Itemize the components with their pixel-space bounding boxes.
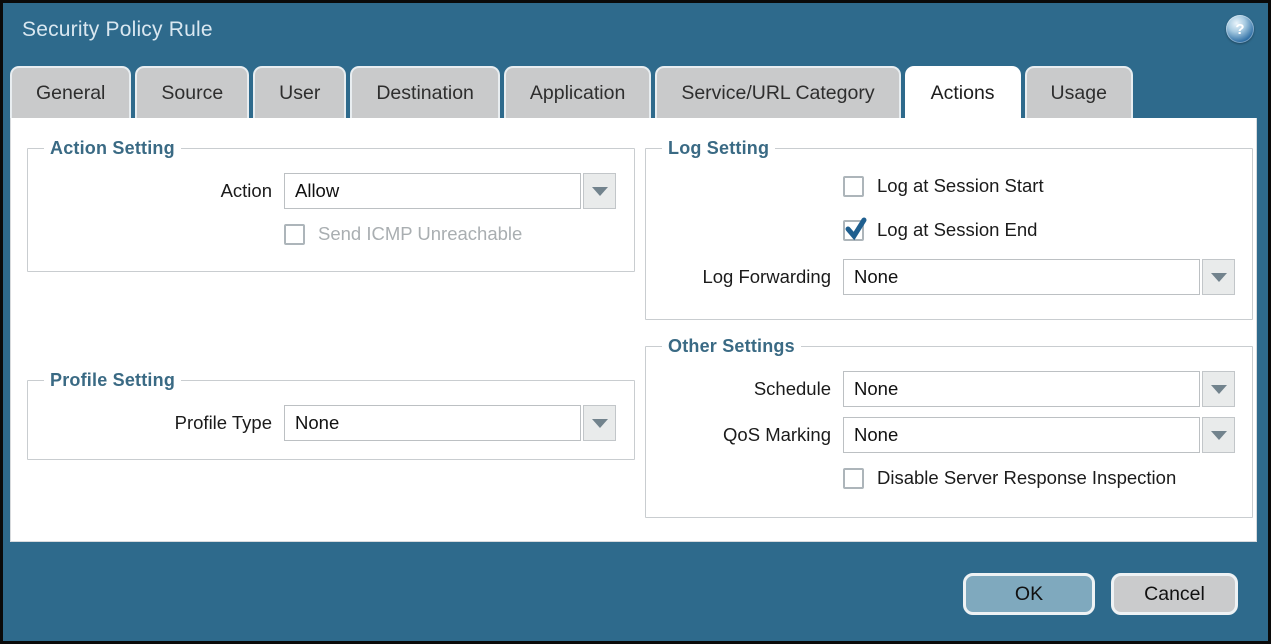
log-setting-title: Log Setting: [662, 138, 775, 159]
profile-type-dropdown-value: None: [284, 405, 581, 441]
tab-label: Service/URL Category: [681, 82, 874, 105]
chevron-down-icon: [1211, 385, 1227, 394]
tab-label: Usage: [1051, 82, 1107, 105]
profile-type-dropdown-button[interactable]: [583, 405, 616, 441]
tab-user[interactable]: User: [253, 66, 346, 118]
tab-label: General: [36, 82, 105, 105]
disable-server-response-inspection-checkbox[interactable]: [843, 468, 864, 489]
checkmark-icon: [843, 216, 868, 241]
tab-usage[interactable]: Usage: [1025, 66, 1133, 118]
log-at-session-end-label: Log at Session End: [877, 219, 1037, 241]
profile-type-row: Profile Type None: [42, 405, 620, 441]
action-label: Action: [42, 180, 284, 202]
other-settings-title: Other Settings: [662, 336, 801, 357]
qos-marking-dropdown[interactable]: None: [843, 417, 1235, 453]
tab-bar: General Source User Destination Applicat…: [10, 66, 1133, 118]
other-settings-group: Other Settings Schedule None QoS Marking…: [645, 336, 1253, 518]
action-setting-group: Action Setting Action Allow Send ICMP Un…: [27, 138, 635, 272]
tab-application[interactable]: Application: [504, 66, 651, 118]
security-policy-rule-dialog: Security Policy Rule ? General Source Us…: [0, 0, 1271, 644]
action-dropdown-value: Allow: [284, 173, 581, 209]
send-icmp-unreachable-checkbox: [284, 224, 305, 245]
tab-source[interactable]: Source: [135, 66, 249, 118]
tab-label: User: [279, 82, 320, 105]
cancel-button[interactable]: Cancel: [1111, 573, 1238, 615]
log-at-session-start-checkbox[interactable]: [843, 176, 864, 197]
profile-setting-title: Profile Setting: [44, 370, 181, 391]
schedule-dropdown[interactable]: None: [843, 371, 1235, 407]
log-at-session-end-checkbox[interactable]: [843, 220, 864, 241]
disable-server-response-inspection-label: Disable Server Response Inspection: [877, 467, 1176, 489]
tab-label: Actions: [931, 82, 995, 105]
action-dropdown-button[interactable]: [583, 173, 616, 209]
log-session-start-row: Log at Session Start: [843, 175, 1238, 197]
chevron-down-icon: [1211, 431, 1227, 440]
schedule-label: Schedule: [660, 378, 843, 400]
profile-setting-group: Profile Setting Profile Type None: [27, 370, 635, 460]
log-forwarding-dropdown[interactable]: None: [843, 259, 1235, 295]
cancel-button-label: Cancel: [1144, 583, 1205, 606]
tab-actions[interactable]: Actions: [905, 66, 1021, 118]
schedule-dropdown-button[interactable]: [1202, 371, 1235, 407]
tab-label: Application: [530, 82, 625, 105]
log-setting-group: Log Setting Log at Session Start Log at …: [645, 138, 1253, 320]
tab-destination[interactable]: Destination: [350, 66, 500, 118]
tab-label: Source: [161, 82, 223, 105]
log-forwarding-row: Log Forwarding None: [660, 259, 1238, 295]
tab-content-panel: Action Setting Action Allow Send ICMP Un…: [10, 118, 1257, 542]
action-dropdown[interactable]: Allow: [284, 173, 616, 209]
dsri-row: Disable Server Response Inspection: [843, 467, 1238, 489]
dialog-title: Security Policy Rule: [22, 18, 213, 42]
qos-marking-row: QoS Marking None: [660, 417, 1238, 453]
icmp-row: Send ICMP Unreachable: [284, 223, 620, 245]
tab-general[interactable]: General: [10, 66, 131, 118]
schedule-dropdown-value: None: [843, 371, 1200, 407]
ok-button-label: OK: [1015, 583, 1043, 606]
send-icmp-unreachable-label: Send ICMP Unreachable: [318, 223, 522, 245]
log-session-end-row: Log at Session End: [843, 219, 1238, 241]
tab-label: Destination: [376, 82, 474, 105]
qos-marking-dropdown-value: None: [843, 417, 1200, 453]
log-forwarding-dropdown-value: None: [843, 259, 1200, 295]
chevron-down-icon: [592, 187, 608, 196]
chevron-down-icon: [1211, 273, 1227, 282]
action-row: Action Allow: [42, 173, 620, 209]
log-forwarding-dropdown-button[interactable]: [1202, 259, 1235, 295]
qos-marking-label: QoS Marking: [660, 424, 843, 446]
tab-service-url-category[interactable]: Service/URL Category: [655, 66, 900, 118]
profile-type-dropdown[interactable]: None: [284, 405, 616, 441]
log-at-session-start-label: Log at Session Start: [877, 175, 1044, 197]
qos-marking-dropdown-button[interactable]: [1202, 417, 1235, 453]
chevron-down-icon: [592, 419, 608, 428]
help-icon[interactable]: ?: [1226, 15, 1254, 43]
ok-button[interactable]: OK: [963, 573, 1095, 615]
action-setting-title: Action Setting: [44, 138, 181, 159]
log-forwarding-label: Log Forwarding: [660, 266, 843, 288]
help-glyph: ?: [1235, 21, 1244, 38]
schedule-row: Schedule None: [660, 371, 1238, 407]
profile-type-label: Profile Type: [42, 412, 284, 434]
